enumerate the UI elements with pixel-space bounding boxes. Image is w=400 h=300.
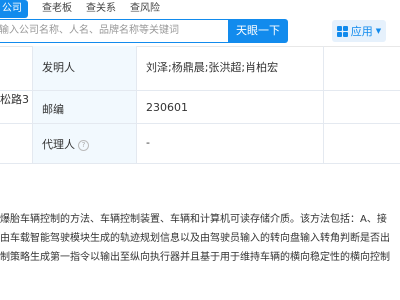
abstract-line: 爆胎车辆控制的方法、车辆控制装置、车辆和计算机可读存储介质。该方法包括：A、接: [0, 214, 387, 225]
table-value-cell: 230601: [137, 91, 324, 123]
postcode-label: 邮编: [42, 103, 64, 116]
agent-value: -: [146, 136, 150, 149]
apps-grid-icon: [336, 25, 348, 37]
agent-label-text: 代理人: [42, 138, 75, 151]
tab-boss[interactable]: 查老板: [42, 0, 72, 18]
agent-label: 代理人?: [42, 136, 89, 152]
table-value-cell: 刘泽;杨鼎晨;张洪超;肖柏宏: [137, 46, 324, 90]
abstract-line: 由车载智能驾驶模块生成的轨迹规划信息以及由驾驶员输入的转向盘输入转角判断是否出: [0, 233, 390, 244]
apps-label: 应用: [350, 25, 373, 38]
address-fragment: 松路3: [0, 93, 29, 106]
search-type-tabs: 公司 查老板 查关系 查风险: [0, 0, 174, 18]
search-button[interactable]: 天眼一下: [228, 19, 288, 43]
postcode-value: 230601: [146, 101, 188, 114]
inventor-label: 发明人: [42, 61, 75, 74]
top-bar: 公司 查老板 查关系 查风险 输入公司名称、人名、品牌名称等关键词 天眼一下 应…: [0, 0, 400, 47]
patent-abstract: 爆胎车辆控制的方法、车辆控制装置、车辆和计算机可读存储介质。该方法包括：A、接 …: [0, 210, 400, 267]
search-input[interactable]: 输入公司名称、人名、品牌名称等关键词: [0, 19, 228, 43]
caret-down-icon: ▼: [375, 27, 382, 35]
table-cell: [0, 46, 33, 90]
table-row: 代理人? -: [0, 124, 400, 164]
table-cell: [0, 124, 33, 163]
table-value-cell: -: [137, 124, 324, 163]
tab-risk[interactable]: 查风险: [130, 0, 160, 18]
table-label-cell: 代理人?: [33, 124, 137, 163]
abstract-line: 制策略生成第一指令以输出至纵向执行器并且基于用于维持车辆的横向稳定性的横向控制: [0, 252, 390, 263]
table-cell: 松路3: [0, 91, 33, 123]
help-icon[interactable]: ?: [78, 139, 89, 151]
apps-menu-button[interactable]: 应用 ▼: [332, 20, 386, 42]
inventor-value[interactable]: 刘泽;杨鼎晨;张洪超;肖柏宏: [146, 59, 278, 75]
table-label-cell: 发明人: [33, 46, 137, 90]
table-row: 松路3 邮编 230601: [0, 91, 400, 124]
tab-relation[interactable]: 查关系: [86, 0, 116, 18]
tab-company[interactable]: 公司: [0, 0, 28, 18]
table-row: 发明人 刘泽;杨鼎晨;张洪超;肖柏宏: [0, 46, 400, 91]
table-label-cell: 邮编: [33, 91, 137, 123]
